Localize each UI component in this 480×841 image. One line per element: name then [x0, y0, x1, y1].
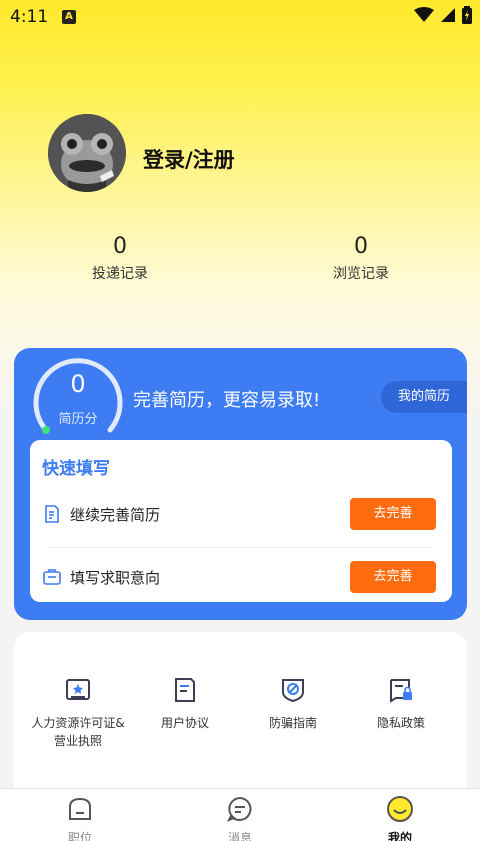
- frog-avatar-icon: [48, 114, 126, 192]
- wifi-icon: [414, 7, 434, 22]
- license-icon: [66, 679, 90, 700]
- quick-fill-label: 继续完善简历: [70, 505, 161, 524]
- nav-label: 消息: [227, 831, 252, 841]
- service-license[interactable]: 人力资源许可证& 营业执照: [23, 676, 133, 750]
- service-anti-fraud[interactable]: 防骗指南: [238, 676, 348, 732]
- resume-card: 0 简历分 完善简历，更容易录取! 我的简历 快速填写 继续完善简历 去完善 填…: [14, 348, 467, 620]
- nav-label: 职位: [67, 831, 92, 841]
- login-register-link[interactable]: 登录/注册: [143, 144, 235, 174]
- signal-icon: [441, 8, 455, 22]
- battery-icon: [462, 6, 472, 24]
- nav-messages[interactable]: 消息: [210, 795, 270, 841]
- service-label: 人力资源许可证& 营业执照: [31, 716, 125, 748]
- status-time: 4:11: [10, 7, 49, 27]
- avatar[interactable]: [48, 114, 126, 192]
- service-privacy-policy[interactable]: 隐私政策: [346, 676, 456, 732]
- service-label: 用户协议: [160, 716, 209, 730]
- stat-delivery-records[interactable]: 0 投递记录: [60, 234, 180, 283]
- stat-label: 投递记录: [92, 266, 148, 282]
- briefcase-icon: [43, 569, 61, 585]
- document-icon: [175, 678, 195, 702]
- edit-document-icon: [45, 505, 59, 523]
- nav-profile[interactable]: 我的: [370, 795, 430, 841]
- divider: [48, 547, 432, 548]
- my-resume-button[interactable]: 我的简历: [381, 381, 467, 413]
- quick-fill-title: 快速填写: [42, 459, 110, 479]
- complete-resume-button[interactable]: 去完善: [350, 498, 436, 530]
- quick-fill-label: 填写求职意向: [70, 568, 161, 587]
- services-panel: 人力资源许可证& 营业执照 用户协议 防骗指南 隐私政策: [14, 632, 467, 802]
- nav-jobs[interactable]: 职位: [50, 795, 110, 841]
- nav-label: 我的: [387, 831, 412, 841]
- stat-value: 0: [113, 234, 127, 259]
- quick-fill-item-intention[interactable]: 填写求职意向 去完善: [42, 559, 442, 595]
- resume-score: 0: [70, 370, 86, 398]
- score-gauge: [33, 358, 123, 434]
- stat-label: 浏览记录: [333, 266, 389, 282]
- stat-value: 0: [354, 234, 368, 259]
- quick-fill-item-resume[interactable]: 继续完善简历 去完善: [42, 496, 442, 532]
- quick-fill-panel: 快速填写 继续完善简历 去完善 填写求职意向 去完善: [30, 440, 452, 602]
- privacy-icon: [390, 679, 412, 703]
- home-icon: [69, 797, 91, 820]
- system-icons: [414, 6, 472, 24]
- service-label: 隐私政策: [376, 716, 425, 730]
- resume-score-label: 简历分: [58, 412, 98, 427]
- service-user-agreement[interactable]: 用户协议: [130, 676, 240, 732]
- complete-intention-button[interactable]: 去完善: [350, 561, 436, 593]
- resume-slogan: 完善简历，更容易录取!: [133, 390, 321, 411]
- stat-browse-records[interactable]: 0 浏览记录: [301, 234, 421, 283]
- bottom-navigation: 职位 消息 我的: [0, 788, 480, 841]
- status-bar: 4:11 A: [0, 0, 480, 34]
- profile-icon: [387, 796, 413, 822]
- service-label: 防骗指南: [268, 716, 317, 730]
- message-icon: [226, 796, 252, 822]
- notification-badge: A: [62, 10, 76, 24]
- shield-icon: [282, 679, 304, 703]
